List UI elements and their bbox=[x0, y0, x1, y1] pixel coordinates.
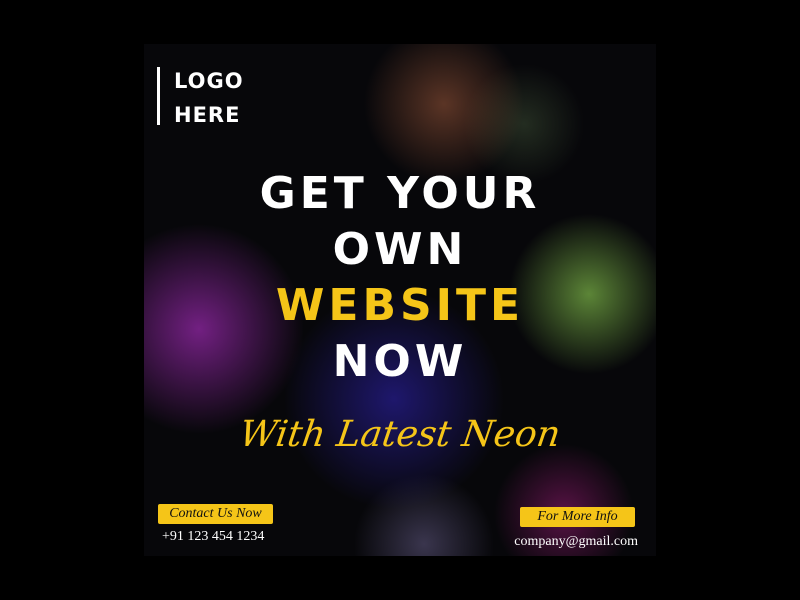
more-info-button[interactable]: For More Info bbox=[520, 507, 635, 527]
tagline: With Latest Neon bbox=[237, 414, 563, 455]
email-address: company@gmail.com bbox=[514, 534, 638, 549]
logo-divider bbox=[157, 67, 160, 125]
headline-line-3: WEBSITE bbox=[275, 280, 525, 331]
phone-number: +91 123 454 1234 bbox=[162, 529, 265, 544]
contact-us-button[interactable]: Contact Us Now bbox=[158, 504, 273, 524]
logo: LOGO HERE bbox=[174, 64, 244, 132]
headline-line-2: OWN bbox=[332, 224, 468, 275]
logo-line-2: HERE bbox=[174, 103, 241, 127]
logo-line-1: LOGO bbox=[174, 69, 244, 93]
poster: LOGO HERE GET YOUR OWN WEBSITE NOW With … bbox=[144, 44, 656, 556]
headline-line-4: NOW bbox=[332, 336, 468, 387]
headline-line-1: GET YOUR bbox=[259, 168, 541, 219]
